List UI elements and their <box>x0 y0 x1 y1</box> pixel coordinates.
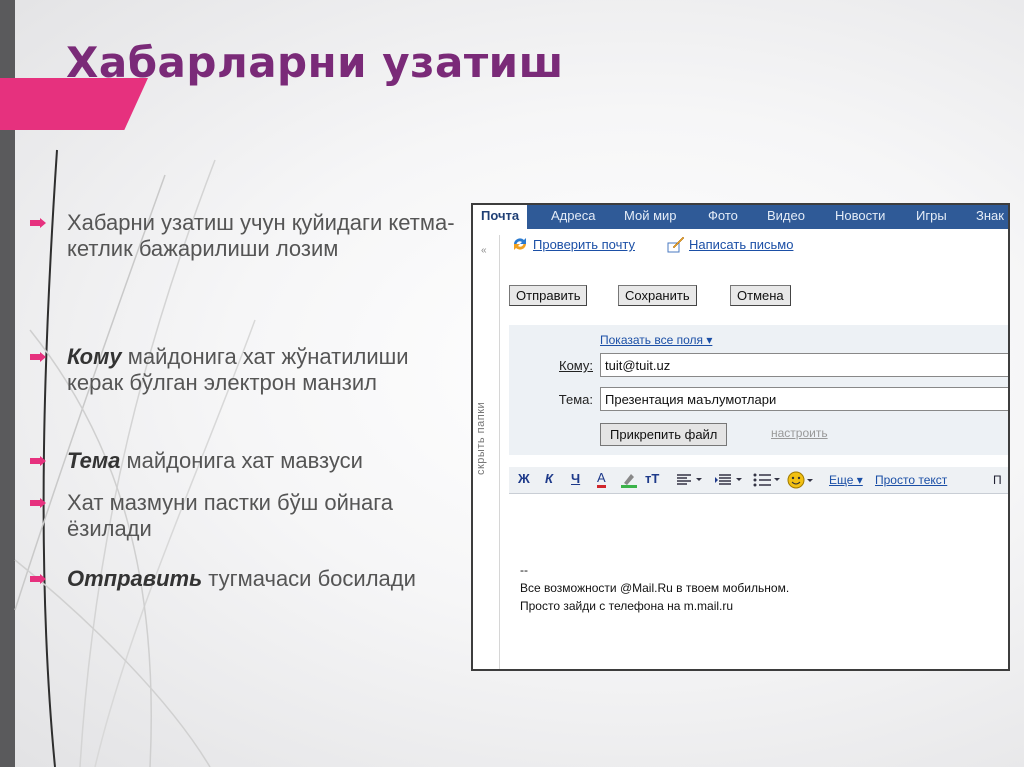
format-toolbar: Ж К Ч А тТ Еще ▾ Просто текст П <box>509 467 1008 494</box>
check-mail-icon[interactable] <box>511 235 529 253</box>
font-size-button[interactable]: тТ <box>645 471 659 486</box>
bullet-text: Кому майдонига хат жўнатилиши керак бўлг… <box>67 344 409 395</box>
save-button[interactable]: Сохранить <box>618 285 697 306</box>
bold-button[interactable]: Ж <box>518 471 530 486</box>
bullet-item: Хат мазмуни пастки бўш ойнага ёзилади <box>30 490 460 542</box>
subject-label: Тема: <box>558 392 593 407</box>
text-color-button[interactable]: А <box>597 471 606 488</box>
bullet-text: Отправить тугмачаси босилади <box>67 566 416 591</box>
check-mail-link[interactable]: Проверить почту <box>533 237 635 252</box>
to-label: Кому: <box>559 358 593 373</box>
align-icon[interactable] <box>677 474 703 486</box>
send-button[interactable]: Отправить <box>509 285 588 306</box>
bullet-item: Кому майдонига хат жўнатилиши керак бўлг… <box>30 344 460 396</box>
signature-line: Просто зайди с телефона на m.mail.ru <box>520 599 734 613</box>
compose-pen-icon[interactable] <box>667 235 685 253</box>
arrow-bullet-icon <box>30 574 46 584</box>
tab-video[interactable]: Видео <box>767 205 805 227</box>
arrow-bullet-icon <box>30 218 46 228</box>
list-icon[interactable] <box>753 473 781 487</box>
attach-file-button[interactable]: Прикрепить файл <box>600 423 728 446</box>
plain-text-link[interactable]: Просто текст <box>875 473 947 487</box>
more-link[interactable]: Еще ▾ <box>829 473 863 487</box>
compose-link[interactable]: Написать письмо <box>689 237 793 252</box>
arrow-bullet-icon <box>30 456 46 466</box>
tab-news[interactable]: Новости <box>835 205 885 227</box>
slide-title: Хабарларни узатиш <box>66 38 564 87</box>
arrow-bullet-icon <box>30 498 46 508</box>
indent-icon[interactable] <box>715 474 743 486</box>
setup-link[interactable]: настроить <box>771 426 828 440</box>
italic-button[interactable]: К <box>545 471 553 486</box>
tab-more[interactable]: Знак <box>976 205 1004 227</box>
service-tabs: Почта Адреса Мой мир Фото Видео Новости … <box>473 205 1008 229</box>
signature-line: Все возможности @Mail.Ru в твоем мобильн… <box>520 581 790 595</box>
underline-button[interactable]: Ч <box>571 471 580 486</box>
tab-mail[interactable]: Почта <box>473 205 528 229</box>
sidebar-divider <box>499 235 500 669</box>
signature-separator: -- <box>520 563 528 577</box>
hide-folders-link[interactable]: скрыть папки <box>475 402 487 475</box>
bullet-text: Хабарни узатиш учун қуйидаги кетма-кетли… <box>67 210 455 261</box>
tab-photo[interactable]: Фото <box>708 205 738 227</box>
tab-games[interactable]: Игры <box>916 205 947 227</box>
to-field[interactable]: tuit@tuit.uz <box>600 353 1008 377</box>
smiley-icon[interactable] <box>787 470 813 490</box>
bullet-item: Хабарни узатиш учун қуйидаги кетма-кетли… <box>30 210 460 262</box>
tab-addresses[interactable]: Адреса <box>551 205 595 227</box>
bullet-text: Тема майдонига хат мавзуси <box>67 448 363 473</box>
toolbar-cut-text: П <box>993 473 1002 487</box>
show-all-fields-link[interactable]: Показать все поля ▾ <box>600 333 712 347</box>
tab-my-world[interactable]: Мой мир <box>624 205 677 227</box>
mail-compose-screenshot: Почта Адреса Мой мир Фото Видео Новости … <box>471 203 1010 671</box>
collapse-arrow-icon[interactable]: « <box>481 245 487 256</box>
bullet-text: Хат мазмуни пастки бўш ойнага ёзилади <box>67 490 394 541</box>
arrow-bullet-icon <box>30 352 46 362</box>
subject-field[interactable]: Презентация маълумотлари <box>600 387 1008 411</box>
bullet-item: Тема майдонига хат мавзуси <box>30 448 460 474</box>
cancel-button[interactable]: Отмена <box>730 285 791 306</box>
bullet-item: Отправить тугмачаси босилади <box>30 566 460 592</box>
highlight-icon[interactable] <box>620 471 638 489</box>
